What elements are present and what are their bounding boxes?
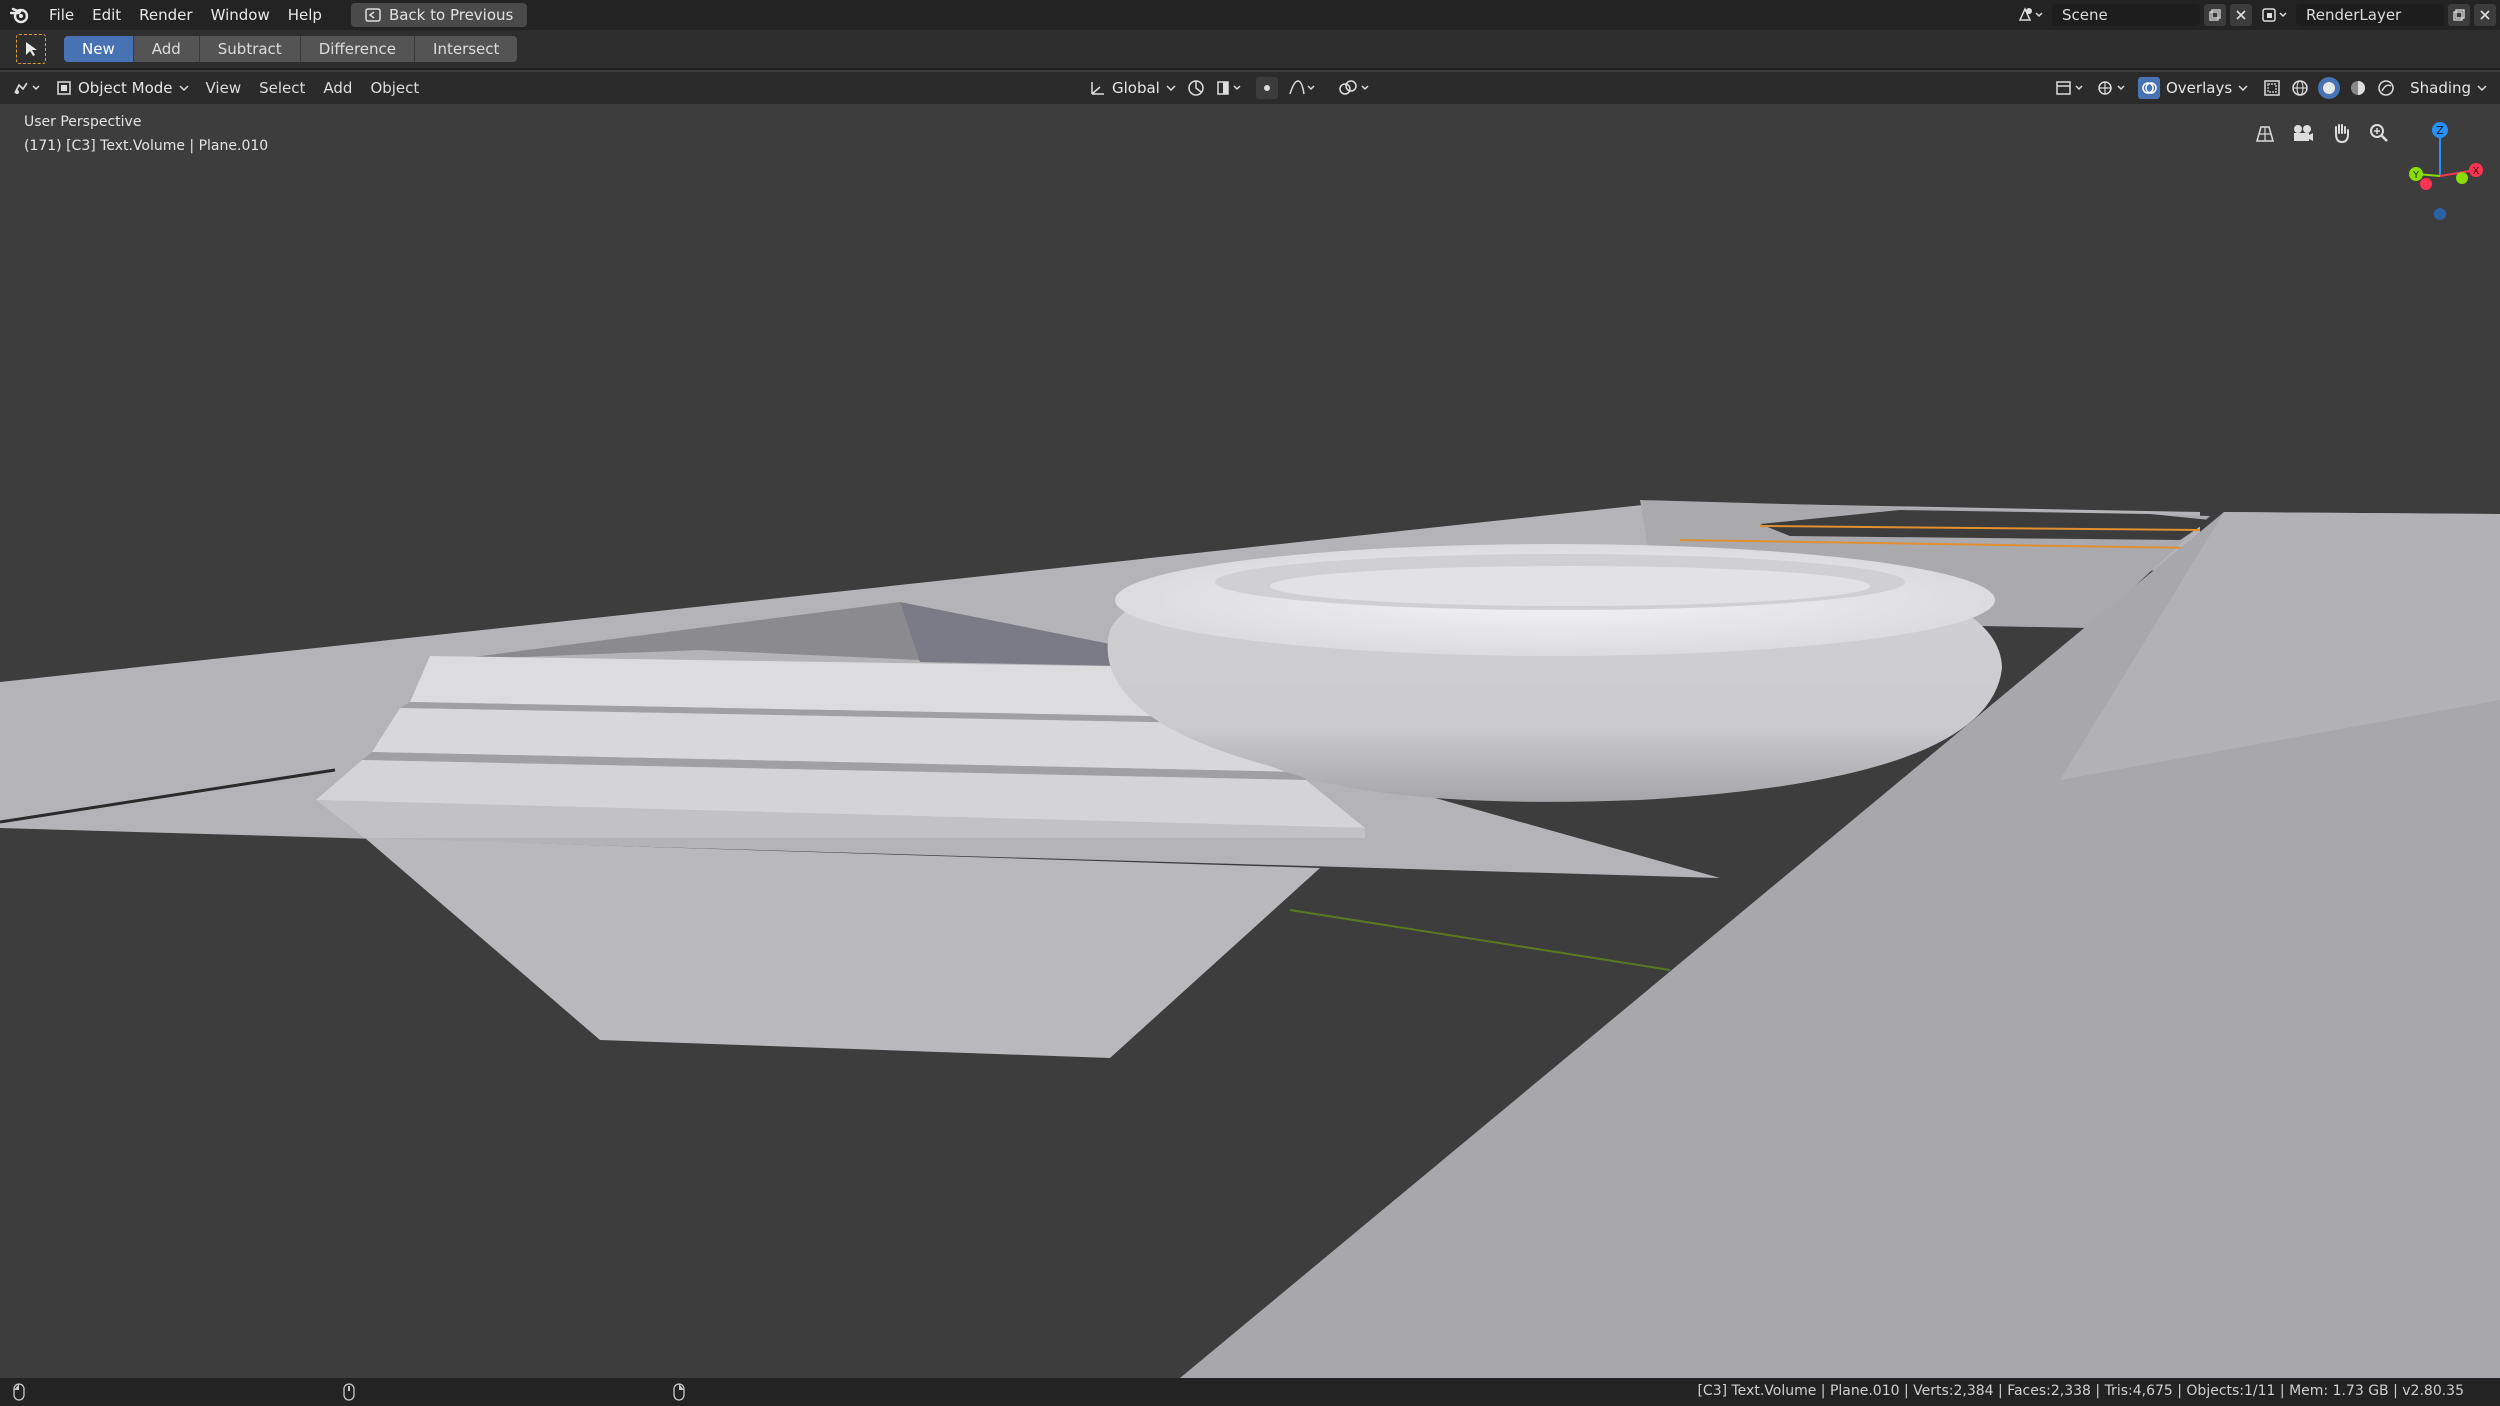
tab-subtract[interactable]: Subtract [199, 36, 301, 62]
pivot-point-icon[interactable] [1186, 78, 1206, 98]
mode-selector[interactable]: Object Mode [48, 79, 197, 97]
mouse-left-icon [12, 1383, 26, 1401]
object-mode-icon [56, 80, 72, 96]
select-tool-icon[interactable] [16, 34, 46, 64]
render-layer-selector: RenderLayer [2258, 4, 2496, 26]
slab-bottom-face[interactable] [365, 838, 1320, 1058]
menu-render[interactable]: Render [130, 0, 201, 30]
snap-target-icon[interactable] [1216, 79, 1246, 97]
menu-help[interactable]: Help [279, 0, 331, 30]
chevron-down-icon [2238, 84, 2248, 92]
shading-label: Shading [2410, 79, 2472, 97]
chevron-down-icon [1166, 84, 1176, 92]
object-info-label: (171) [C3] Text.Volume | Plane.010 [24, 138, 269, 154]
chevron-down-icon [178, 84, 189, 92]
tab-difference[interactable]: Difference [300, 36, 416, 62]
gizmo-y-label: Y [2412, 170, 2420, 181]
boolean-operation-tabs: New Add Subtract Difference Intersect [64, 36, 518, 62]
back-to-previous-label: Back to Previous [388, 6, 514, 24]
solid-shading-icon[interactable] [2318, 77, 2341, 99]
tab-add[interactable]: Add [133, 36, 200, 62]
camera-view-icon[interactable] [2286, 116, 2320, 150]
menu-view[interactable]: View [197, 72, 251, 104]
mouse-right-icon [672, 1383, 686, 1401]
xray-toggle-icon[interactable] [2262, 78, 2282, 98]
x-axis-line [1289, 909, 1671, 971]
render-layer-name: RenderLayer [2306, 6, 2402, 24]
screen-back-icon [365, 8, 381, 22]
render-layer-icon[interactable] [2258, 6, 2292, 24]
tab-new[interactable]: New [64, 36, 134, 62]
link-icon[interactable] [1338, 79, 1372, 97]
scene-name: Scene [2062, 6, 2108, 24]
rendered-shading-icon[interactable] [2376, 78, 2396, 98]
overlays-dropdown[interactable]: Overlays [2138, 77, 2248, 99]
gizmo-z-label: Z [2436, 124, 2444, 137]
blender-logo-icon[interactable] [0, 0, 40, 30]
viewport-header: Object Mode View Select Add Object Globa… [0, 72, 2500, 104]
render-layer-field[interactable]: RenderLayer [2296, 4, 2444, 26]
proportional-editing-icon[interactable] [1255, 77, 1278, 99]
viewport-right-controls: Overlays Shading [2054, 72, 2487, 104]
scene-name-field[interactable]: Scene [2052, 4, 2200, 26]
overlays-icon [2138, 77, 2160, 99]
top-bar: File Edit Render Window Help Back to Pre… [0, 0, 2500, 30]
gizmo-x-label: X [2473, 166, 2480, 177]
menu-window[interactable]: Window [202, 0, 279, 30]
status-bar: [C3] Text.Volume | Plane.010 | Verts:2,3… [0, 1378, 2500, 1406]
orientation-selector[interactable]: Global [1088, 79, 1176, 97]
copy-render-layer-icon[interactable] [2448, 4, 2470, 26]
delete-scene-icon[interactable] [2230, 4, 2252, 26]
transform-controls: Global [1088, 72, 1372, 104]
mode-label: Object Mode [78, 79, 173, 97]
wireframe-shading-icon[interactable] [2290, 78, 2310, 98]
menu-select[interactable]: Select [250, 72, 314, 104]
orientation-axes-icon [1088, 79, 1106, 97]
menu-add[interactable]: Add [314, 72, 361, 104]
3d-viewport[interactable]: User Perspective (171) [C3] Text.Volume … [0, 104, 2500, 1378]
back-to-previous-button[interactable]: Back to Previous [350, 3, 528, 27]
tool-header: New Add Subtract Difference Intersect [0, 30, 2500, 70]
editor-type-icon[interactable] [8, 79, 48, 97]
perspective-label: User Perspective [24, 114, 142, 130]
scene-selector: Scene [2014, 4, 2252, 26]
pan-hand-icon[interactable] [2324, 116, 2358, 150]
shading-dropdown[interactable]: Shading [2410, 79, 2487, 97]
scene-render[interactable] [0, 104, 2500, 1378]
scene-icon[interactable] [2014, 6, 2048, 24]
menu-file[interactable]: File [40, 0, 83, 30]
delete-render-layer-icon[interactable] [2474, 4, 2496, 26]
navigation-gizmo[interactable]: Z Y X [2388, 114, 2498, 224]
falloff-curve-icon[interactable] [1288, 79, 1318, 97]
chevron-down-icon [2477, 84, 2487, 92]
copy-scene-icon[interactable] [2204, 4, 2226, 26]
orientation-label: Global [1112, 79, 1160, 97]
tab-intersect[interactable]: Intersect [415, 36, 518, 62]
toggle-ortho-grid-icon[interactable] [2248, 116, 2282, 150]
menu-edit[interactable]: Edit [83, 0, 130, 30]
overlays-label: Overlays [2166, 79, 2233, 97]
scene-statistics: [C3] Text.Volume | Plane.010 | Verts:2,3… [1697, 1383, 2464, 1399]
gizmo-toggle-icon[interactable] [2096, 79, 2130, 97]
mouse-middle-icon [342, 1383, 356, 1401]
visibility-filter-icon[interactable] [2054, 79, 2088, 97]
torus-hole-inner [1270, 566, 1870, 606]
menu-object[interactable]: Object [361, 72, 428, 104]
material-shading-icon[interactable] [2348, 78, 2368, 98]
